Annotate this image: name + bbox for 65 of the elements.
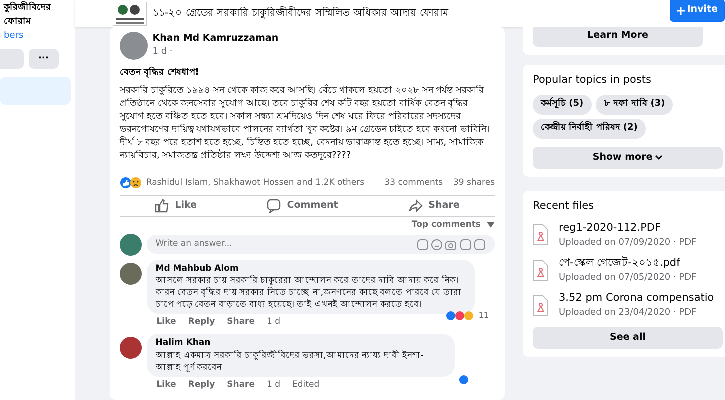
commenter-name[interactable]: Halim Khan [156, 337, 446, 350]
comment-action-link[interactable]: Share [227, 316, 256, 330]
like-icon [155, 198, 170, 213]
files-heading: Recent files [533, 199, 596, 214]
edited-label: Edited [292, 378, 320, 392]
commenter-name[interactable]: Md Mahbub Alom [156, 262, 466, 276]
comment-icon [267, 198, 282, 213]
comment-time: 1 d [267, 378, 281, 392]
file-name[interactable]: reg1-2020-112.PDF [559, 220, 697, 236]
comment-time: 1 d [267, 316, 281, 330]
reaction-icons [446, 311, 476, 322]
file-name[interactable]: 3.52 pm Corona compensatio [559, 291, 714, 307]
group-title[interactable]: ১১-২০ গ্রেডের সরকারি চাকুরিজীবীদের সম্মিলিত অধিকার আদায় ফোরাম [153, 6, 664, 21]
reactions-summary[interactable]: Rashidul Islam, Shakhawot Hossen and 1.2K others [146, 176, 382, 190]
pdf-file-icon [533, 224, 549, 246]
group-name[interactable]: কুরিজীবিদের ফোরাম [4, 0, 51, 30]
reaction-icons [120, 177, 144, 190]
pdf-file-icon [533, 294, 549, 317]
like-reaction-icon [459, 374, 469, 385]
topic-chip[interactable]: কেন্দ্রীয় নির্বাহী পরিষদ (2) [533, 119, 646, 139]
post-text: সরকারি চাকুরিতে ১৯৯৪ সন থেকে কাজ করে আসছি। বেঁচে থাকলে হয়তো ২০২৮ সন পর্যন্ত সরকারি প্রতিষ্ঠানে থেকে জনসেবার সুযোগ আছে। তবে চাকুরির শেষ কটি বছর হয়তো বার্ষিক বেতন বৃদ্ধির সুযোগ হতে বঞ্চিত হতে হবে। সকাল সন্ধ্যা শ্রমদিয়েও দিন শেষ ঘরে ফিরে পরিবারের সদস্যদের ভরনপোষণের দায়িত্ব যথাযথভাবে পালনের ব্যার্থতা খুব কষ্টের। ৯ম গ্রেডেন চাইতে হবে কখনো ভাবিনি। দীর্ঘ ৮ বছর পরে হতাশ হতে হচ্ছে, চিন্তিত হতে হচ্ছে, বেদনায় ভারাক্রান্ত হতে হচ্ছে। সাম্য, সামাজিক ন্যায়বিচার, সমাজতন্ত্র প্রতিষ্ঠার লক্ষ্য উদ্দেশ্য আজ কতদূরে???? [120, 84, 490, 163]
selected-nav-item[interactable] [0, 77, 71, 106]
file-meta: Uploaded on 07/05/2020 · PDF [559, 272, 697, 285]
author-name[interactable]: Khan Md Kamruzzaman [152, 32, 279, 46]
topic-chip[interactable]: ৮ দফা দাবি (3) [596, 95, 674, 114]
answer-field[interactable]: Write an answer... [146, 235, 495, 254]
emoji-icon [430, 239, 443, 252]
learn-more-button[interactable]: Learn More [533, 27, 703, 48]
plus-icon [676, 6, 685, 14]
comment-action-link[interactable]: Reply [188, 316, 216, 330]
avatar-photo [120, 32, 148, 60]
topic-chip[interactable]: কর্মসূচি (5) [533, 95, 592, 114]
group-action-button[interactable] [0, 49, 24, 70]
share-icon [408, 198, 423, 213]
post-title: বেতন বৃদ্ধির শেষধাপ! [120, 67, 200, 80]
user-avatar [120, 234, 142, 256]
pdf-file-icon [533, 260, 549, 282]
share-button[interactable]: Share [396, 196, 472, 215]
see-all-button[interactable]: See all [533, 326, 723, 349]
comment-action-link[interactable]: Like [156, 316, 176, 330]
comments-count[interactable]: 33 comments [384, 176, 444, 190]
comment-text: আসলে সরকার চায় সরকারি চাকুরেরা আন্দোলন করে তাদের দাবি আদায় করে নিক। কারন বেতন বৃদ্ধির দায় সরকার নিতে চাচ্ছে না,জনগনের কাছে বলতে পারবে যে তারা চাপে পড়ে বেতন বাড়াতে বাধ্য হয়েছে। তাই এখনই আন্দোলন করতে হবে। [156, 275, 462, 312]
members-link[interactable]: bers [4, 30, 71, 44]
shares-count[interactable]: 39 shares [453, 176, 495, 190]
invite-button[interactable]: Invite [670, 0, 725, 22]
sort-comments-dropdown[interactable]: Top comments [412, 216, 495, 234]
chevron-down-icon [655, 154, 664, 161]
camera-icon [445, 239, 458, 252]
comment-action-link[interactable]: Reply [188, 378, 216, 392]
caret-icon [487, 222, 495, 228]
comment-button[interactable]: Comment [255, 196, 350, 215]
commenter-avatar [120, 337, 142, 360]
file-meta: Uploaded on 07/09/2020 · PDF [559, 236, 697, 250]
post-time[interactable]: 1 d · [152, 46, 279, 60]
file-name[interactable]: পে-স্কেল গেজেট-২০১৫.pdf [559, 256, 697, 272]
comment-action-link[interactable]: Share [227, 378, 256, 392]
more-button[interactable]: ··· [28, 49, 59, 70]
commenter-avatar [120, 262, 142, 285]
reaction-count[interactable]: 11 [478, 310, 489, 322]
comment-text: আল্লাহ একমাত্র সরকারি চাকুরিজীবিদের ভরসা,আমাদের ন্যায্য দাবী ইনশা-আল্লাহ পূর্ণ করবেন [156, 350, 425, 374]
comment-action-link[interactable]: Like [156, 378, 176, 392]
show-more-button[interactable]: Show more [533, 146, 723, 169]
file-meta: Uploaded on 23/04/2020 · PDF [559, 307, 698, 320]
topics-heading: Popular topics in posts [533, 73, 652, 88]
like-button[interactable]: Like [143, 196, 209, 215]
